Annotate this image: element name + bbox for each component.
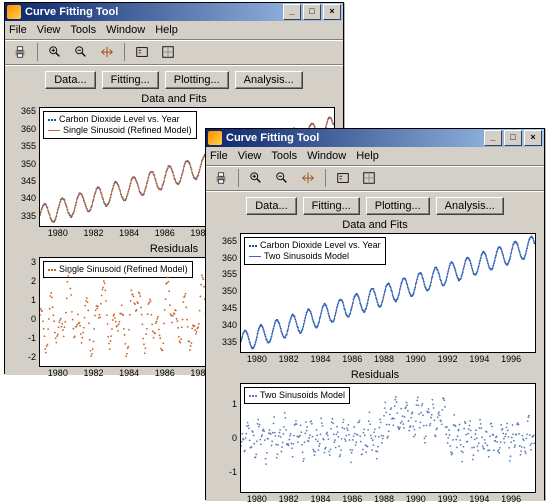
legend-toggle-icon[interactable] (131, 41, 153, 63)
menubar: File View Tools Window Help (5, 21, 343, 40)
menu-view[interactable]: View (238, 150, 262, 162)
print-icon[interactable] (210, 167, 232, 189)
print-icon[interactable] (9, 41, 31, 63)
chart-title-top: Data and Fits (214, 217, 536, 233)
pan-icon[interactable] (96, 41, 118, 63)
zoom-out-icon[interactable] (271, 167, 293, 189)
axes-data-and-fits[interactable]: Carbon Dioxide Level vs. Year Two Sinuso… (240, 233, 536, 353)
menu-help[interactable]: Help (356, 150, 379, 162)
separator (238, 169, 239, 187)
separator (325, 169, 326, 187)
axes-residuals[interactable]: Two Sinusoids Model -101 198019821984198… (240, 383, 536, 493)
zoom-in-icon[interactable] (245, 167, 267, 189)
data-button[interactable]: Data... (45, 71, 95, 89)
y-axis-ticks: -2-10123 (14, 258, 38, 366)
x-axis-ticks: 198019821984198619881990199219941996 (241, 354, 535, 364)
window-title: Curve Fitting Tool (25, 6, 118, 18)
y-axis-ticks: -101 (215, 384, 239, 492)
grid-toggle-icon[interactable] (157, 41, 179, 63)
menu-file[interactable]: File (210, 150, 228, 162)
chart-title-top: Data and Fits (13, 91, 335, 107)
button-row: Data... Fitting... Plotting... Analysis.… (206, 191, 544, 217)
analysis-button[interactable]: Analysis... (436, 197, 504, 215)
close-button[interactable]: × (524, 130, 542, 146)
menu-tools[interactable]: Tools (70, 24, 96, 36)
plotting-button[interactable]: Plotting... (366, 197, 430, 215)
toolbar (5, 40, 343, 65)
maximize-button[interactable]: □ (303, 4, 321, 20)
menu-tools[interactable]: Tools (271, 150, 297, 162)
menu-help[interactable]: Help (155, 24, 178, 36)
separator (124, 43, 125, 61)
fitting-button[interactable]: Fitting... (303, 197, 360, 215)
plotting-button[interactable]: Plotting... (165, 71, 229, 89)
menu-view[interactable]: View (37, 24, 61, 36)
minimize-button[interactable]: _ (484, 130, 502, 146)
plot-area: Data and Fits Carbon Dioxide Level vs. Y… (206, 217, 544, 501)
menu-window[interactable]: Window (307, 150, 346, 162)
y-axis-ticks: 335340345350355360365 (215, 234, 239, 352)
app-icon (7, 5, 21, 19)
grid-toggle-icon[interactable] (358, 167, 380, 189)
separator (37, 43, 38, 61)
zoom-in-icon[interactable] (44, 41, 66, 63)
menu-window[interactable]: Window (106, 24, 145, 36)
fitting-button[interactable]: Fitting... (102, 71, 159, 89)
menu-file[interactable]: File (9, 24, 27, 36)
toolbar (206, 166, 544, 191)
close-button[interactable]: × (323, 4, 341, 20)
window-curve-fitting-2: Curve Fitting Tool _ □ × File View Tools… (205, 128, 545, 500)
titlebar[interactable]: Curve Fitting Tool _ □ × (5, 3, 343, 21)
legend-toggle-icon[interactable] (332, 167, 354, 189)
app-icon (208, 131, 222, 145)
analysis-button[interactable]: Analysis... (235, 71, 303, 89)
y-axis-ticks: 335340345350355360365 (14, 108, 38, 226)
x-axis-ticks: 198019821984198619881990199219941996 (241, 494, 535, 504)
minimize-button[interactable]: _ (283, 4, 301, 20)
titlebar[interactable]: Curve Fitting Tool _ □ × (206, 129, 544, 147)
window-title: Curve Fitting Tool (226, 132, 319, 144)
data-button[interactable]: Data... (246, 197, 296, 215)
maximize-button[interactable]: □ (504, 130, 522, 146)
pan-icon[interactable] (297, 167, 319, 189)
menubar: File View Tools Window Help (206, 147, 544, 166)
zoom-out-icon[interactable] (70, 41, 92, 63)
chart-title-bottom: Residuals (214, 367, 536, 383)
button-row: Data... Fitting... Plotting... Analysis.… (5, 65, 343, 91)
